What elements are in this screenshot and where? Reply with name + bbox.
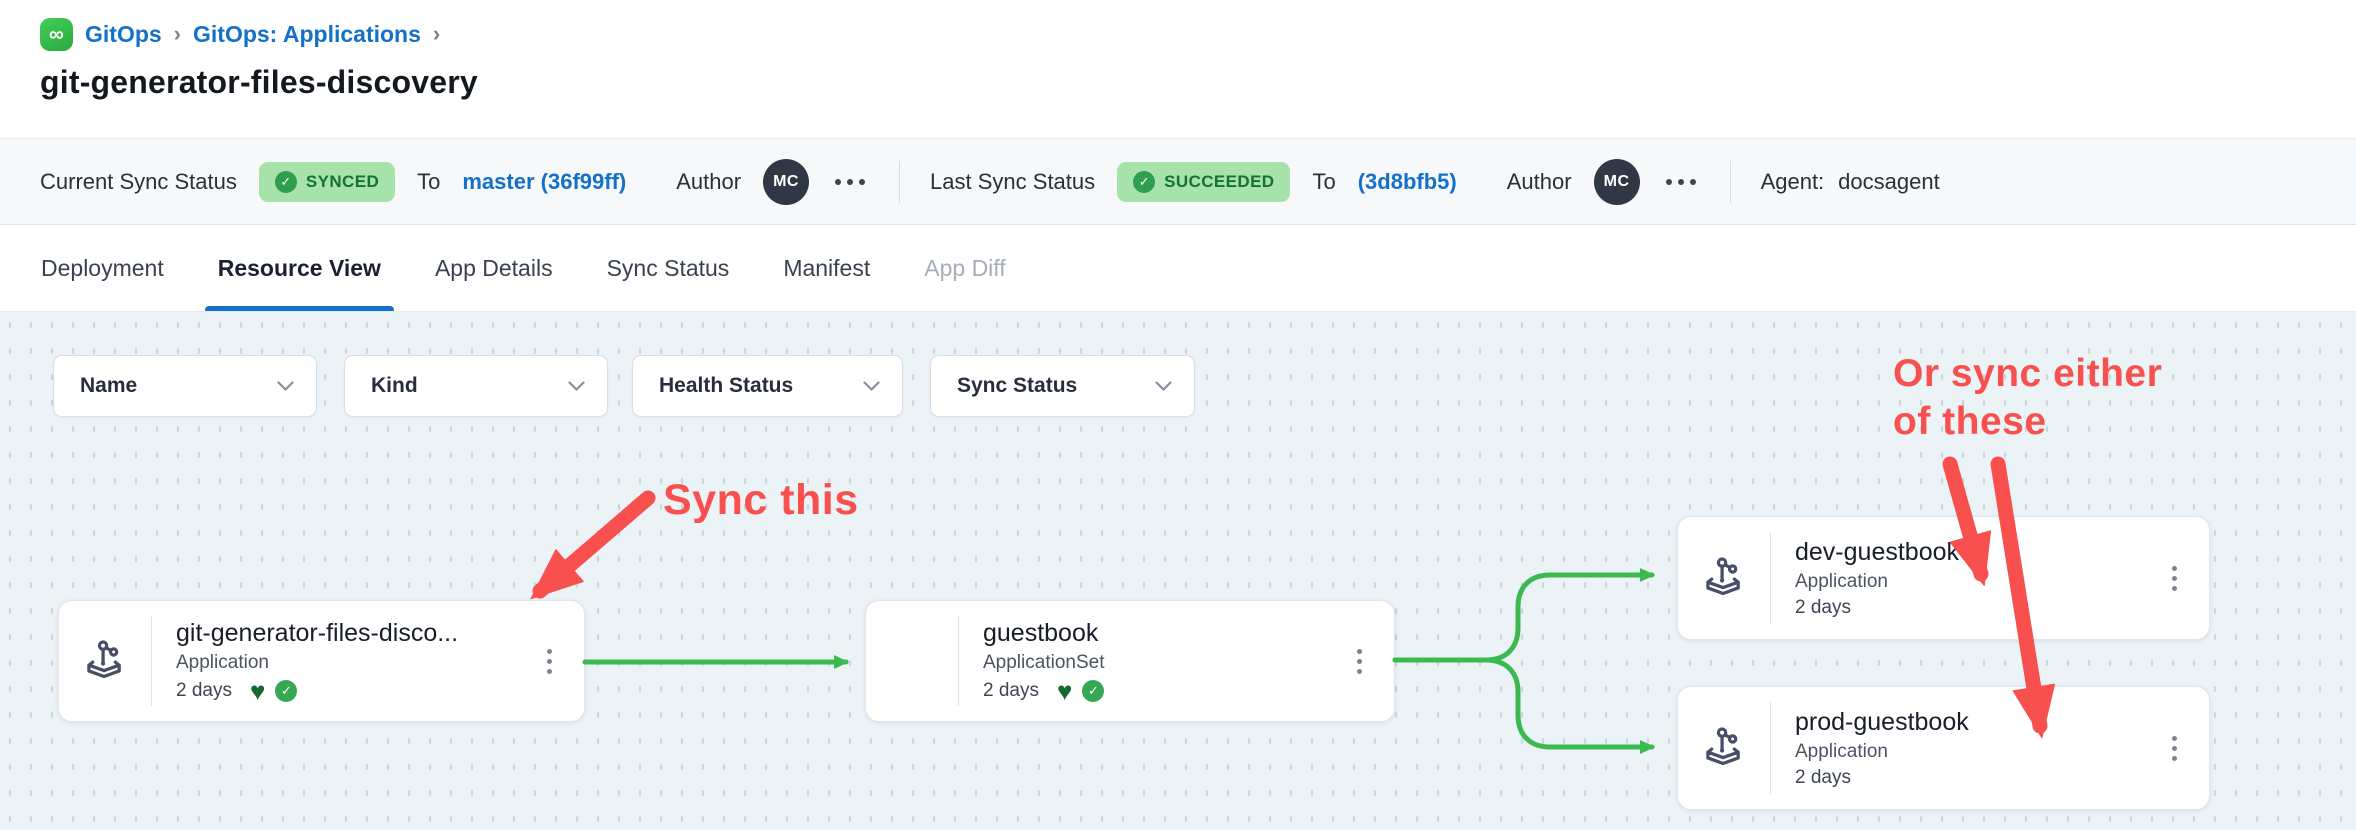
breadcrumb-separator: › bbox=[174, 21, 181, 47]
agent-value: docsagent bbox=[1838, 169, 1940, 195]
node-title: git-generator-files-disco... bbox=[176, 619, 458, 648]
edge-guestbook-to-prod bbox=[1395, 660, 1652, 747]
agent-label: Agent: bbox=[1761, 169, 1825, 195]
application-icon bbox=[1678, 725, 1770, 771]
node-age-row: 2 days bbox=[1795, 767, 1969, 789]
health-heart-icon: ♥ bbox=[1057, 678, 1072, 704]
page-title: git-generator-files-discovery bbox=[40, 64, 2316, 101]
breadcrumb-link-gitops[interactable]: GitOps bbox=[85, 21, 162, 48]
node-kebab-menu-icon[interactable] bbox=[2166, 560, 2183, 597]
current-sync-status-badge: ✓ SYNCED bbox=[259, 162, 395, 202]
node-age: 2 days bbox=[176, 680, 232, 702]
last-sync-status-label: Last Sync Status bbox=[930, 169, 1095, 195]
node-age: 2 days bbox=[1795, 767, 1851, 789]
node-kind: Application bbox=[1795, 571, 1959, 593]
application-icon bbox=[1678, 555, 1770, 601]
node-title: dev-guestbook bbox=[1795, 538, 1959, 567]
tab-app-details[interactable]: App Details bbox=[408, 225, 580, 311]
filter-dropdown-health-status[interactable]: Health Status bbox=[632, 355, 903, 417]
current-sync-badge-text: SYNCED bbox=[306, 172, 379, 192]
chevron-down-icon bbox=[863, 381, 880, 392]
breadcrumb-separator: › bbox=[433, 21, 440, 47]
current-sync-status-label: Current Sync Status bbox=[40, 169, 237, 195]
tab-sync-status[interactable]: Sync Status bbox=[580, 225, 757, 311]
node-prod-guestbook[interactable]: prod-guestbook Application 2 days bbox=[1677, 686, 2210, 810]
current-more-menu-icon[interactable] bbox=[831, 171, 869, 193]
node-body: dev-guestbook Application 2 days bbox=[1771, 538, 1969, 619]
current-author-label: Author bbox=[676, 169, 741, 195]
chevron-down-icon bbox=[277, 381, 294, 392]
check-icon: ✓ bbox=[275, 171, 297, 193]
filter-dropdown-kind[interactable]: Kind bbox=[344, 355, 608, 417]
last-sync-status-badge: ✓ SUCCEEDED bbox=[1117, 162, 1290, 202]
filter-label: Sync Status bbox=[957, 374, 1077, 398]
node-kebab-menu-icon[interactable] bbox=[2166, 730, 2183, 767]
filter-label: Name bbox=[80, 374, 137, 398]
tab-app-diff: App Diff bbox=[897, 225, 1032, 311]
annotation-sync-this: Sync this bbox=[663, 476, 859, 525]
last-author-avatar: MC bbox=[1594, 159, 1640, 205]
tab-deployment[interactable]: Deployment bbox=[14, 225, 191, 311]
health-heart-icon: ♥ bbox=[250, 678, 265, 704]
gitops-infinity-icon: ∞ bbox=[40, 18, 73, 51]
last-commit-link[interactable]: (3d8bfb5) bbox=[1358, 169, 1457, 195]
resource-graph-canvas: Name Kind Health Status Sync Status bbox=[0, 312, 2356, 830]
gitops-application-page: ∞ GitOps › GitOps: Applications › git-ge… bbox=[0, 0, 2356, 830]
annotation-or-sync-either: Or sync either of these bbox=[1893, 350, 2162, 445]
node-kind: ApplicationSet bbox=[983, 652, 1104, 674]
node-dev-guestbook[interactable]: dev-guestbook Application 2 days bbox=[1677, 516, 2210, 640]
node-age: 2 days bbox=[1795, 597, 1851, 619]
filter-label: Health Status bbox=[659, 374, 793, 398]
chevron-down-icon bbox=[568, 381, 585, 392]
node-body: git-generator-files-disco... Application… bbox=[152, 619, 468, 704]
annotation-line2: of these bbox=[1893, 398, 2162, 446]
tab-manifest[interactable]: Manifest bbox=[756, 225, 897, 311]
node-age-row: 2 days ♥ ✓ bbox=[176, 678, 458, 704]
node-kind: Application bbox=[176, 652, 458, 674]
tab-resource-view[interactable]: Resource View bbox=[191, 225, 408, 311]
node-age-row: 2 days bbox=[1795, 597, 1959, 619]
sync-status-bar: Current Sync Status ✓ SYNCED To master (… bbox=[0, 138, 2356, 225]
last-to-label: To bbox=[1312, 169, 1335, 195]
last-sync-badge-text: SUCCEEDED bbox=[1164, 172, 1274, 192]
node-body: prod-guestbook Application 2 days bbox=[1771, 708, 1979, 789]
filter-label: Kind bbox=[371, 374, 418, 398]
synced-check-icon: ✓ bbox=[275, 680, 297, 702]
breadcrumb-link-applications[interactable]: GitOps: Applications bbox=[193, 21, 421, 48]
chevron-down-icon bbox=[1155, 381, 1172, 392]
synced-check-icon: ✓ bbox=[1082, 680, 1104, 702]
node-age-row: 2 days ♥ ✓ bbox=[983, 678, 1104, 704]
annotation-line1: Or sync either bbox=[1893, 350, 2162, 398]
divider bbox=[899, 161, 900, 203]
page-header: ∞ GitOps › GitOps: Applications › git-ge… bbox=[0, 0, 2356, 138]
divider bbox=[1730, 161, 1731, 203]
node-kebab-menu-icon[interactable] bbox=[541, 643, 558, 680]
current-to-label: To bbox=[417, 169, 440, 195]
current-author-avatar: MC bbox=[763, 159, 809, 205]
node-title: guestbook bbox=[983, 619, 1104, 648]
filter-dropdown-name[interactable]: Name bbox=[53, 355, 317, 417]
last-more-menu-icon[interactable] bbox=[1662, 171, 1700, 193]
tab-bar: Deployment Resource View App Details Syn… bbox=[0, 225, 2356, 312]
check-icon: ✓ bbox=[1133, 171, 1155, 193]
filter-dropdown-sync-status[interactable]: Sync Status bbox=[930, 355, 1195, 417]
application-icon bbox=[59, 638, 151, 684]
node-title: prod-guestbook bbox=[1795, 708, 1969, 737]
node-kind: Application bbox=[1795, 741, 1969, 763]
breadcrumb: ∞ GitOps › GitOps: Applications › bbox=[40, 14, 2316, 54]
last-author-label: Author bbox=[1507, 169, 1572, 195]
annotation-arrow-sync-this bbox=[540, 498, 648, 591]
current-commit-link[interactable]: master (36f99ff) bbox=[462, 169, 626, 195]
node-body: guestbook ApplicationSet 2 days ♥ ✓ bbox=[959, 619, 1114, 704]
edge-guestbook-to-dev bbox=[1395, 575, 1652, 660]
node-age: 2 days bbox=[983, 680, 1039, 702]
node-kebab-menu-icon[interactable] bbox=[1351, 643, 1368, 680]
node-guestbook[interactable]: guestbook ApplicationSet 2 days ♥ ✓ bbox=[865, 600, 1395, 722]
node-git-generator-files-discovery[interactable]: git-generator-files-disco... Application… bbox=[58, 600, 585, 722]
